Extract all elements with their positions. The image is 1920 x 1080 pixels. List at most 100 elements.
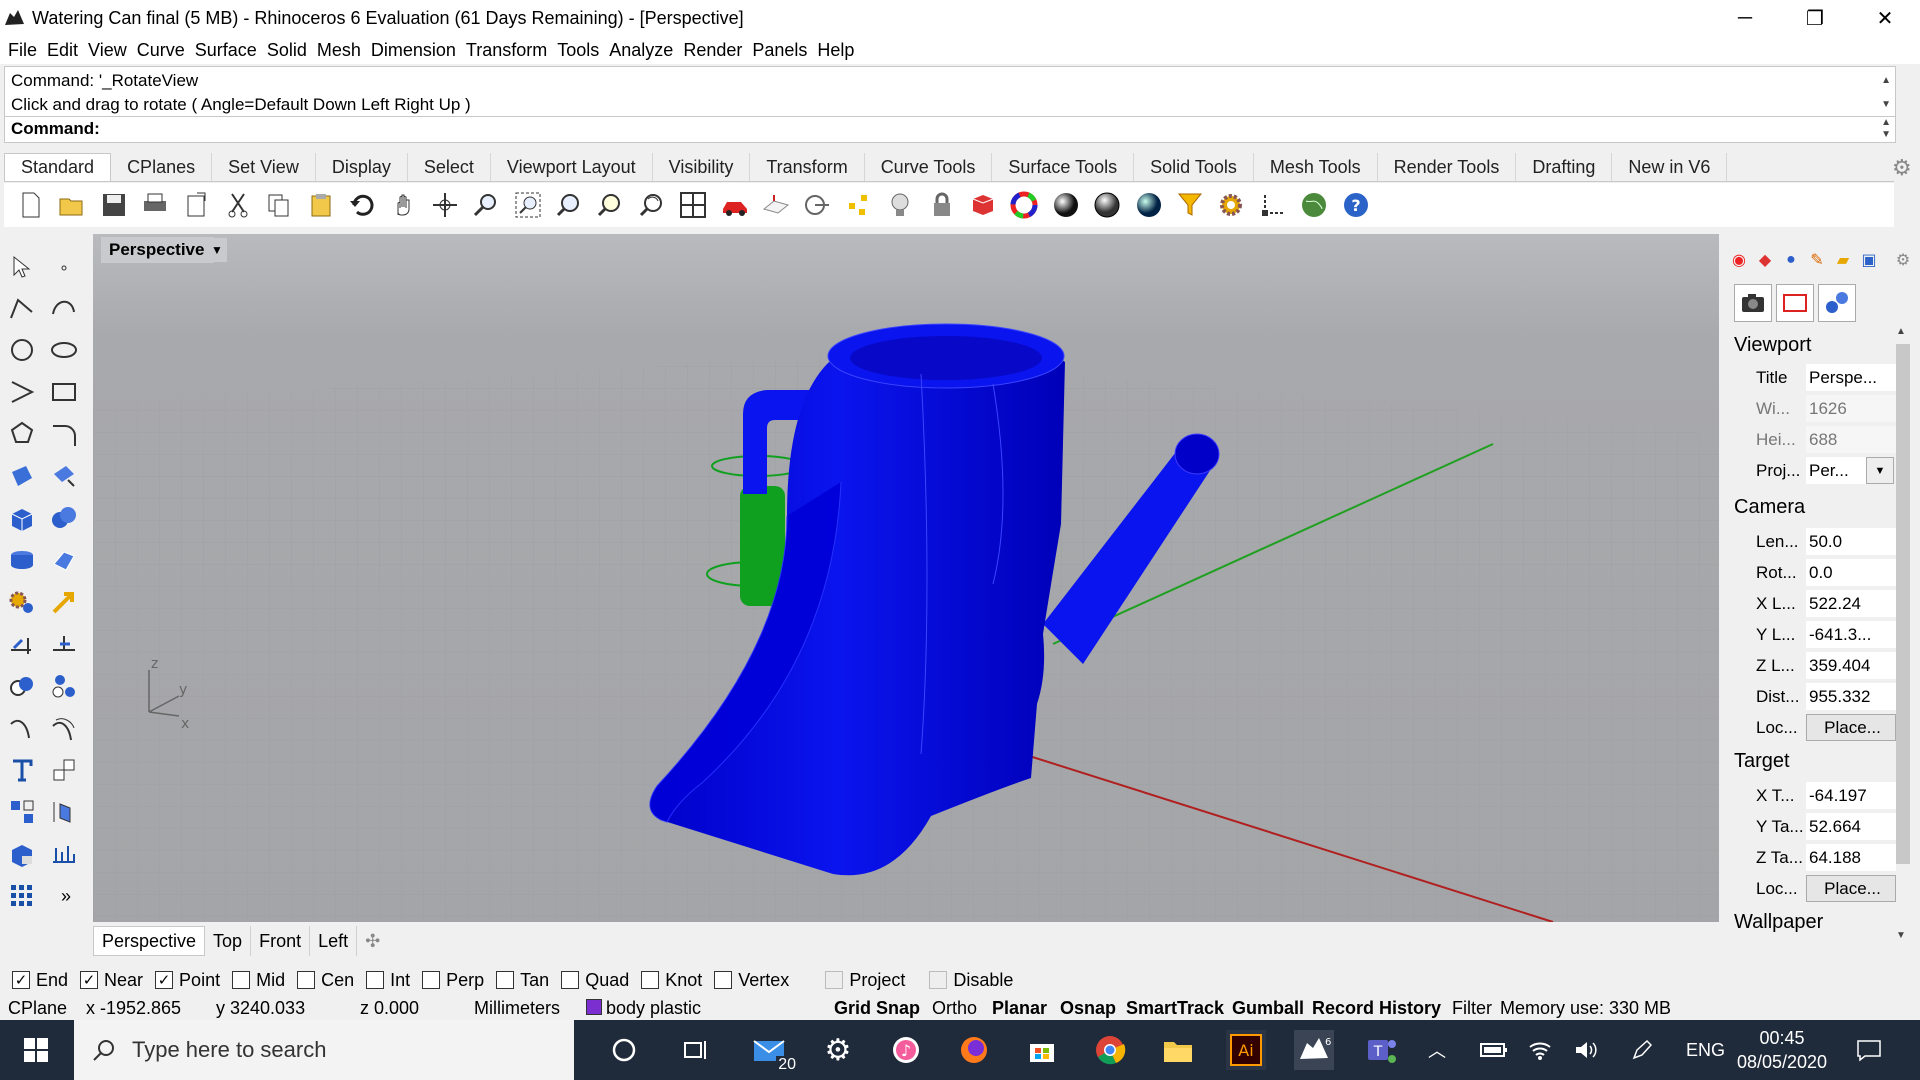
planar-toggle[interactable]: Planar — [992, 998, 1047, 1019]
open-folder-icon[interactable] — [55, 188, 89, 222]
osnap-knot[interactable]: Knot — [641, 970, 702, 991]
undo-view-icon[interactable] — [635, 188, 669, 222]
tab-display[interactable]: Display — [316, 153, 408, 181]
pan-hand-icon[interactable] — [387, 188, 421, 222]
zoom-extents-icon[interactable] — [552, 188, 586, 222]
viewport-title-field[interactable]: Perspe... — [1806, 364, 1896, 391]
checkbox-checked-icon[interactable]: ✓ — [80, 971, 99, 989]
notifications-icon[interactable] — [1856, 1020, 1882, 1080]
polyline-icon[interactable] — [4, 290, 40, 326]
make-2d-icon[interactable] — [46, 836, 82, 872]
shaded-sphere-icon[interactable] — [1049, 188, 1083, 222]
tab-drafting[interactable]: Drafting — [1516, 153, 1613, 181]
menu-solid[interactable]: Solid — [267, 40, 307, 61]
target-x-field[interactable]: -64.197 — [1806, 782, 1896, 809]
settings-gear-icon[interactable]: ⚙ — [818, 1030, 858, 1070]
rotate-view-icon[interactable] — [428, 188, 462, 222]
osnap-project[interactable]: Project — [825, 970, 905, 991]
task-view-icon[interactable] — [676, 1030, 716, 1070]
zoom-icon[interactable] — [469, 188, 503, 222]
spin-down-icon[interactable]: ▼ — [1881, 129, 1891, 140]
camera-place-button[interactable]: Place... — [1806, 714, 1896, 741]
globe-icon[interactable] — [1297, 188, 1331, 222]
record-history-toggle[interactable]: Record History — [1312, 998, 1441, 1019]
surface-edit-icon[interactable] — [46, 458, 82, 494]
properties-icon[interactable] — [966, 188, 1000, 222]
teams-icon[interactable]: T — [1362, 1030, 1402, 1070]
menu-render[interactable]: Render — [683, 40, 742, 61]
osnap-toggle[interactable]: Osnap — [1060, 998, 1116, 1019]
tab-transform[interactable]: Transform — [750, 153, 865, 181]
scale-icon[interactable] — [46, 752, 82, 788]
add-viewport-plus-icon[interactable]: ✣ — [357, 926, 388, 956]
tab-render-tools[interactable]: Render Tools — [1378, 153, 1517, 181]
construction-plane-icon[interactable] — [759, 188, 793, 222]
extrude-icon[interactable] — [4, 542, 40, 578]
language-indicator[interactable]: ENG — [1686, 1020, 1725, 1080]
color-wheel-icon[interactable] — [1007, 188, 1041, 222]
target-y-field[interactable]: 52.664 — [1806, 813, 1896, 840]
status-cplane[interactable]: CPlane — [8, 998, 67, 1019]
ellipse-icon[interactable] — [46, 332, 82, 368]
file-explorer-icon[interactable] — [1158, 1030, 1198, 1070]
lens-length-field[interactable]: 50.0 — [1806, 528, 1896, 555]
scroll-up-icon[interactable]: ▲ — [1881, 69, 1891, 93]
menu-edit[interactable]: Edit — [47, 40, 78, 61]
camera-x-field[interactable]: 522.24 — [1806, 590, 1896, 617]
import-icon[interactable] — [180, 188, 214, 222]
close-button[interactable]: ✕ — [1850, 0, 1920, 36]
textures-icon[interactable]: ✎ — [1804, 248, 1830, 272]
menu-curve[interactable]: Curve — [137, 40, 185, 61]
status-layer[interactable]: body plastic — [606, 998, 701, 1019]
wifi-icon[interactable] — [1528, 1020, 1552, 1080]
render-sphere-icon[interactable] — [1132, 188, 1166, 222]
grid-dots-icon[interactable] — [4, 878, 40, 914]
checkbox-icon[interactable] — [232, 971, 251, 989]
rendered-sphere-icon[interactable] — [1090, 188, 1124, 222]
menu-panels[interactable]: Panels — [752, 40, 807, 61]
tab-new-in-v6[interactable]: New in V6 — [1612, 153, 1728, 181]
gumball-toggle[interactable]: Gumball — [1232, 998, 1304, 1019]
firefox-icon[interactable] — [954, 1030, 994, 1070]
checkbox-icon[interactable] — [561, 971, 580, 989]
text-icon[interactable] — [4, 752, 40, 788]
camera-z-field[interactable]: 359.404 — [1806, 652, 1896, 679]
minimize-button[interactable]: ─ — [1710, 0, 1780, 36]
more-tools-chevron-icon[interactable]: » — [56, 878, 76, 914]
checkbox-icon[interactable] — [496, 971, 515, 989]
mail-icon[interactable]: 20 — [750, 1030, 798, 1074]
osnap-icon[interactable] — [800, 188, 834, 222]
battery-icon[interactable] — [1480, 1020, 1508, 1080]
color-wheel-icon[interactable]: ◉ — [1726, 248, 1752, 272]
taskbar-search-box[interactable]: Type here to search — [74, 1020, 574, 1080]
render-box-icon[interactable] — [4, 836, 40, 872]
paste-icon[interactable] — [304, 188, 338, 222]
save-icon[interactable] — [97, 188, 131, 222]
osnap-quad[interactable]: Quad — [561, 970, 629, 991]
gumball-icon[interactable] — [1256, 188, 1290, 222]
curve-icon[interactable] — [46, 290, 82, 326]
box-solid-icon[interactable] — [4, 500, 40, 536]
scroll-down-icon[interactable]: ▼ — [1896, 930, 1906, 941]
circle-icon[interactable] — [4, 332, 40, 368]
fillet-curve-icon[interactable] — [46, 416, 82, 452]
volume-icon[interactable] — [1574, 1020, 1600, 1080]
osnap-perp[interactable]: Perp — [422, 970, 484, 991]
camera-icon[interactable] — [1734, 284, 1772, 322]
tab-top[interactable]: Top — [205, 926, 252, 956]
checkbox-icon[interactable] — [366, 971, 385, 989]
print-icon[interactable] — [138, 188, 172, 222]
projection-select[interactable]: Per... — [1806, 457, 1866, 484]
smarttrack-toggle[interactable]: SmartTrack — [1126, 998, 1224, 1019]
osnap-end[interactable]: ✓ End — [12, 970, 68, 991]
restore-button[interactable]: ❐ — [1780, 0, 1850, 36]
store-icon[interactable] — [1022, 1030, 1062, 1070]
checkbox-icon[interactable] — [825, 971, 844, 989]
group-icon[interactable] — [4, 668, 40, 704]
windows-start-icon[interactable] — [0, 1020, 72, 1080]
menu-dimension[interactable]: Dimension — [371, 40, 456, 61]
osnap-mid[interactable]: Mid — [232, 970, 285, 991]
tab-mesh-tools[interactable]: Mesh Tools — [1254, 153, 1378, 181]
tab-visibility[interactable]: Visibility — [653, 153, 751, 181]
rotation-field[interactable]: 0.0 — [1806, 559, 1896, 586]
